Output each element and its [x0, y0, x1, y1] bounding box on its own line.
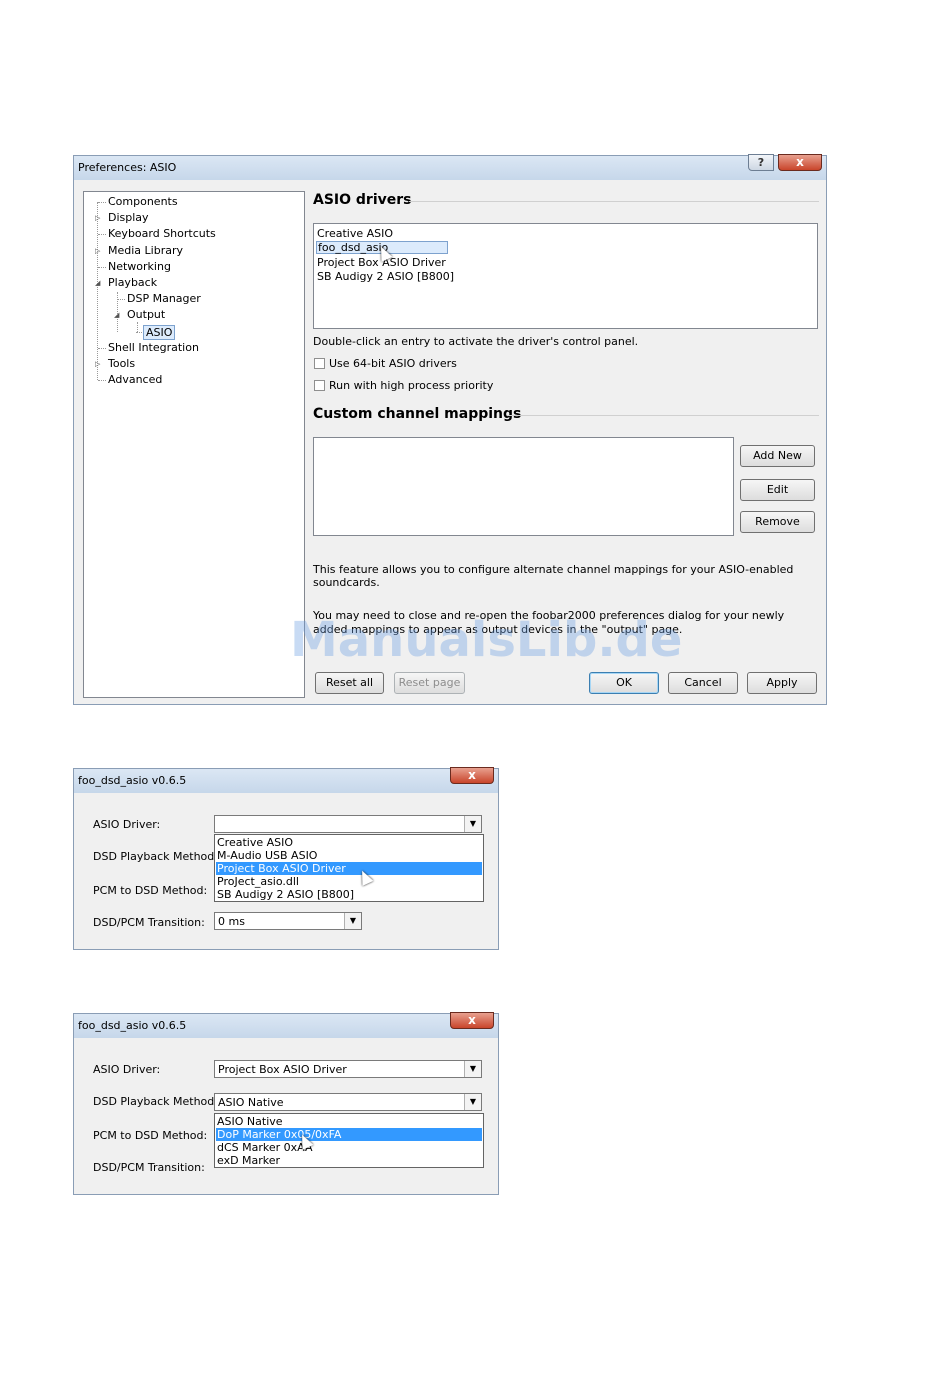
driver-option-highlighted[interactable]: Project Box ASIO Driver — [216, 862, 482, 875]
title-bar: foo_dsd_asio v0.6.5 x — [74, 1012, 498, 1038]
add-new-button[interactable]: Add New — [740, 445, 815, 467]
tree-connector — [98, 234, 106, 236]
chevron-down-icon[interactable]: ▼ — [464, 1094, 481, 1110]
help-button[interactable]: ? — [748, 154, 774, 171]
mappings-list[interactable] — [313, 437, 734, 536]
tree-item-shell-integration[interactable]: Shell Integration — [108, 341, 199, 354]
driver-hint: Double-click an entry to activate the dr… — [313, 335, 639, 348]
preferences-tree[interactable]: Components ▷ Display Keyboard Shortcuts ▷ Med… — [83, 191, 305, 698]
asio-driver-value: Project Box ASIO Driver — [218, 1063, 347, 1076]
dsd-method-combo[interactable]: ASIO Native ▼ — [214, 1093, 482, 1111]
driver-option[interactable]: Creative ASIO — [216, 836, 482, 849]
transition-label: DSD/PCM Transition: — [93, 916, 205, 929]
close-button[interactable]: x — [778, 154, 822, 171]
tree-expander-icon[interactable]: ▷ — [95, 247, 100, 255]
transition-value: 0 ms — [218, 915, 245, 928]
tree-connector — [117, 299, 125, 301]
tree-expander-icon[interactable]: ▷ — [95, 214, 100, 222]
watermark: ManualsLib.de — [290, 612, 683, 668]
window-title: foo_dsd_asio v0.6.5 — [78, 774, 187, 787]
tree-item-playback[interactable]: Playback — [108, 276, 157, 289]
high-priority-checkbox[interactable] — [314, 380, 325, 391]
tree-item-dsp-manager[interactable]: DSP Manager — [127, 292, 201, 305]
dsd-method-value: ASIO Native — [218, 1096, 284, 1109]
asio-driver-combo[interactable]: ▼ — [214, 815, 482, 833]
tree-root-line — [97, 202, 98, 380]
pcm-to-dsd-label: PCM to DSD Method: — [93, 884, 208, 897]
dsd-method-label: DSD Playback Method: — [93, 850, 218, 863]
driver-option[interactable]: SB Audigy 2 ASIO [B800] — [216, 888, 482, 901]
asio-driver-dropdown[interactable]: Creative ASIO M-Audio USB ASIO Project B… — [214, 834, 484, 902]
tree-output-line — [137, 322, 138, 332]
tree-connector — [98, 202, 106, 203]
tree-item-media-library[interactable]: Media Library — [108, 244, 183, 257]
title-bar: foo_dsd_asio v0.6.5 x — [74, 767, 498, 793]
tree-item-networking[interactable]: Networking — [108, 260, 171, 273]
method-option[interactable]: exD Marker — [216, 1154, 482, 1167]
high-priority-label[interactable]: Run with high process priority — [329, 379, 493, 392]
dsd-method-label: DSD Playback Method: — [93, 1095, 218, 1108]
asio-driver-combo[interactable]: Project Box ASIO Driver ▼ — [214, 1060, 482, 1078]
asio-driver-label: ASIO Driver: — [93, 818, 161, 831]
dsd-asio-dialog-method: foo_dsd_asio v0.6.5 x ASIO Driver: DSD P… — [73, 1012, 499, 1195]
chevron-down-icon[interactable]: ▼ — [464, 816, 481, 832]
ok-button[interactable]: OK — [589, 672, 659, 694]
tree-item-tools[interactable]: Tools — [108, 357, 135, 370]
edit-button[interactable]: Edit — [740, 479, 815, 501]
method-option[interactable]: dCS Marker 0xAA — [216, 1141, 482, 1154]
pcm-to-dsd-label: PCM to DSD Method: — [93, 1129, 208, 1142]
use-64bit-label[interactable]: Use 64-bit ASIO drivers — [329, 357, 457, 370]
asio-drivers-heading: ASIO drivers — [313, 192, 412, 208]
close-button[interactable]: x — [450, 767, 494, 784]
tree-item-advanced[interactable]: Advanced — [108, 373, 162, 386]
tree-connector — [98, 266, 106, 268]
mappings-heading: Custom channel mappings — [313, 406, 522, 422]
chevron-down-icon[interactable]: ▼ — [344, 913, 361, 929]
reset-page-button[interactable]: Reset page — [394, 672, 465, 694]
tree-item-keyboard-shortcuts[interactable]: Keyboard Shortcuts — [108, 227, 216, 240]
tree-expander-icon[interactable]: ◢ — [114, 311, 119, 319]
mappings-divider — [507, 415, 819, 416]
tree-connector — [98, 380, 106, 382]
dsd-method-dropdown[interactable]: ASIO Native DoP Marker 0x05/0xFA dCS Mar… — [214, 1113, 484, 1168]
asio-driver-list[interactable]: Creative ASIO foo_dsd_asio Project Box A… — [313, 223, 818, 329]
window-title: foo_dsd_asio v0.6.5 — [78, 1019, 187, 1032]
tree-item-components[interactable]: Components — [108, 195, 178, 208]
mappings-description-line1: This feature allows you to configure alt… — [313, 563, 794, 576]
driver-item[interactable]: Creative ASIO — [317, 227, 393, 240]
asio-driver-label: ASIO Driver: — [93, 1063, 161, 1076]
title-bar: Preferences: ASIO ? x — [74, 154, 826, 180]
asio-drivers-divider — [409, 201, 819, 202]
method-option[interactable]: ASIO Native — [216, 1115, 482, 1128]
driver-item[interactable]: SB Audigy 2 ASIO [B800] — [317, 270, 454, 283]
reset-all-button[interactable]: Reset all — [315, 672, 384, 694]
close-button[interactable]: x — [450, 1012, 494, 1029]
mappings-description-line2: soundcards. — [313, 576, 380, 589]
driver-option[interactable]: ProJect_asio.dll — [216, 875, 482, 888]
tree-item-asio[interactable]: ASIO — [143, 324, 176, 340]
method-option-highlighted[interactable]: DoP Marker 0x05/0xFA — [216, 1128, 482, 1141]
chevron-down-icon[interactable]: ▼ — [464, 1061, 481, 1077]
tree-connector — [98, 347, 106, 349]
driver-option[interactable]: M-Audio USB ASIO — [216, 849, 482, 862]
remove-button[interactable]: Remove — [740, 511, 815, 533]
window-title: Preferences: ASIO — [78, 161, 177, 174]
dsd-asio-dialog-driver: foo_dsd_asio v0.6.5 x ASIO Driver: DSD P… — [73, 767, 499, 950]
transition-label: DSD/PCM Transition: — [93, 1161, 205, 1174]
tree-item-display[interactable]: Display — [108, 211, 149, 224]
tree-expander-icon[interactable]: ▷ — [95, 360, 100, 368]
use-64bit-checkbox[interactable] — [314, 358, 325, 369]
transition-combo[interactable]: 0 ms ▼ — [214, 912, 362, 930]
cancel-button[interactable]: Cancel — [668, 672, 738, 694]
tree-item-output[interactable]: Output — [127, 308, 165, 321]
apply-button[interactable]: Apply — [747, 672, 817, 694]
tree-expander-icon[interactable]: ◢ — [95, 279, 100, 287]
